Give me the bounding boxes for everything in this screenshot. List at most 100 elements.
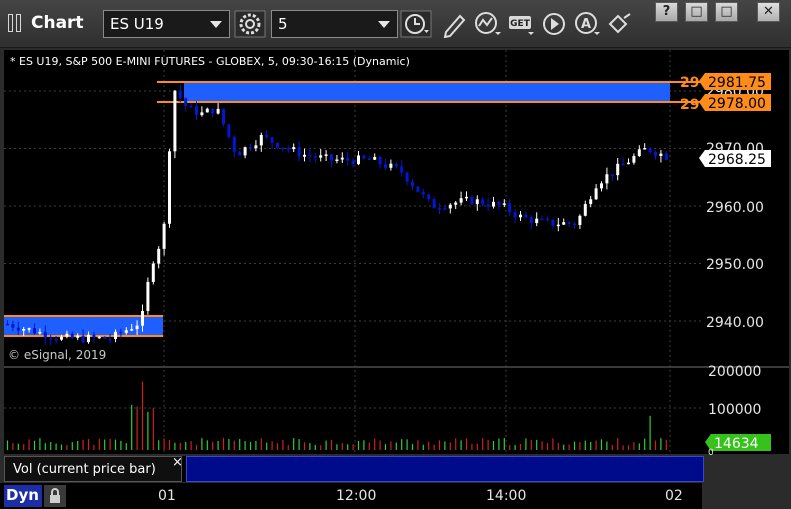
candle-body	[421, 191, 425, 195]
candle-body	[297, 147, 301, 157]
time-axis[interactable]: Dyn 01 12:00 14:00 02	[0, 483, 791, 509]
candle-body	[556, 224, 560, 227]
candle-body	[357, 155, 360, 165]
candle-body	[27, 328, 31, 330]
candle-body	[97, 336, 101, 339]
last-price-label: 2968.25	[708, 152, 766, 168]
candle-body	[76, 335, 80, 338]
candle-body	[432, 199, 436, 209]
candle-body	[130, 329, 134, 331]
candle-body	[92, 334, 96, 338]
lock-icon	[50, 488, 60, 503]
candle-body	[459, 198, 463, 203]
candle-body	[119, 331, 123, 334]
candle-body	[216, 108, 220, 114]
candle-body	[659, 153, 663, 156]
lock-button[interactable]	[44, 485, 66, 507]
candle-body	[114, 331, 117, 340]
candle-body	[573, 223, 576, 226]
candle-body	[470, 196, 474, 205]
candle-body	[195, 106, 198, 116]
candle-body	[330, 154, 333, 161]
zone-low-label: 2978.00	[708, 96, 766, 112]
candle-body	[643, 148, 647, 150]
study-bar: Vol (current price bar) ×	[4, 455, 704, 482]
candle-body	[103, 336, 107, 339]
close-icon[interactable]: ×	[172, 455, 183, 470]
zone-side-label: 29	[680, 97, 699, 113]
candle-body	[303, 154, 306, 157]
candle-body	[438, 208, 441, 210]
candle-body	[551, 219, 555, 226]
time-axis-corner	[702, 483, 791, 509]
candle-body	[162, 223, 166, 249]
candle-body	[454, 202, 458, 205]
candle-body	[508, 203, 512, 213]
candle-body	[416, 186, 420, 192]
candle-body	[168, 151, 171, 224]
candle-body	[378, 156, 382, 165]
candle-body	[276, 142, 279, 148]
candle-body	[124, 330, 128, 333]
time-tick-label: 02	[665, 488, 683, 504]
volume-axis-ticks: 200000 100000 14634 0	[705, 364, 771, 458]
candle-body	[184, 98, 188, 106]
candle-body	[227, 124, 231, 137]
candle-body	[281, 147, 285, 150]
volume-study-label: Vol (current price bar)	[13, 462, 156, 477]
candle-body	[481, 199, 485, 205]
candle-body	[70, 333, 74, 338]
candle-body	[654, 152, 657, 156]
candle-body	[146, 281, 150, 311]
candle-body	[492, 201, 495, 207]
price-markers: 29 2981.75 29 2978.00 2968.25	[680, 73, 771, 168]
candle-body	[411, 181, 414, 187]
candle-body	[141, 310, 144, 326]
candle-body	[286, 148, 290, 150]
dynamic-scale-button[interactable]: Dyn	[4, 485, 42, 507]
candle-body	[637, 149, 641, 156]
last-price-marker-arrow	[699, 150, 705, 167]
candle-body	[43, 331, 47, 339]
candle-body	[427, 194, 431, 200]
candle-body	[384, 164, 387, 168]
price-zones[interactable]	[4, 81, 704, 337]
candle-body	[589, 199, 593, 205]
volume-study-tab[interactable]: Vol (current price bar) ×	[4, 455, 183, 482]
candlestick-series	[6, 84, 668, 346]
price-tick-label: 2940.00	[706, 315, 764, 331]
candle-body	[502, 203, 506, 205]
candle-body	[173, 90, 177, 152]
candle-body	[33, 328, 36, 334]
price-axis-ticks: 2980.00 2970.00 2960.00 2950.00 2940.00	[706, 84, 764, 331]
candle-body	[135, 325, 139, 330]
candle-body	[632, 155, 636, 163]
candle-body	[189, 105, 193, 108]
candle-body	[389, 163, 393, 168]
volume-series	[6, 381, 667, 450]
candle-body	[313, 156, 317, 158]
candle-body	[38, 331, 42, 334]
candle-body	[259, 134, 263, 146]
candle-body	[600, 183, 603, 189]
candle-body	[270, 137, 274, 143]
candle-body	[519, 214, 522, 218]
candle-body	[616, 163, 620, 176]
candle-body	[475, 199, 479, 205]
zone-high-marker-arrow	[699, 73, 705, 90]
zone-low-marker-arrow	[699, 94, 705, 111]
candle-body	[394, 163, 398, 167]
candle-body	[583, 204, 587, 216]
candle-body	[497, 201, 501, 205]
candle-body	[546, 218, 549, 221]
candle-body	[664, 153, 668, 160]
candle-body	[6, 323, 9, 326]
candle-body	[319, 155, 323, 158]
candle-body	[362, 155, 366, 159]
candle-body	[540, 218, 544, 221]
candle-body	[486, 204, 490, 207]
candle-body	[87, 334, 90, 343]
copyright-label: © eSignal, 2019	[8, 348, 107, 362]
zone-high-label: 2981.75	[708, 75, 766, 91]
candle-body	[49, 338, 53, 340]
